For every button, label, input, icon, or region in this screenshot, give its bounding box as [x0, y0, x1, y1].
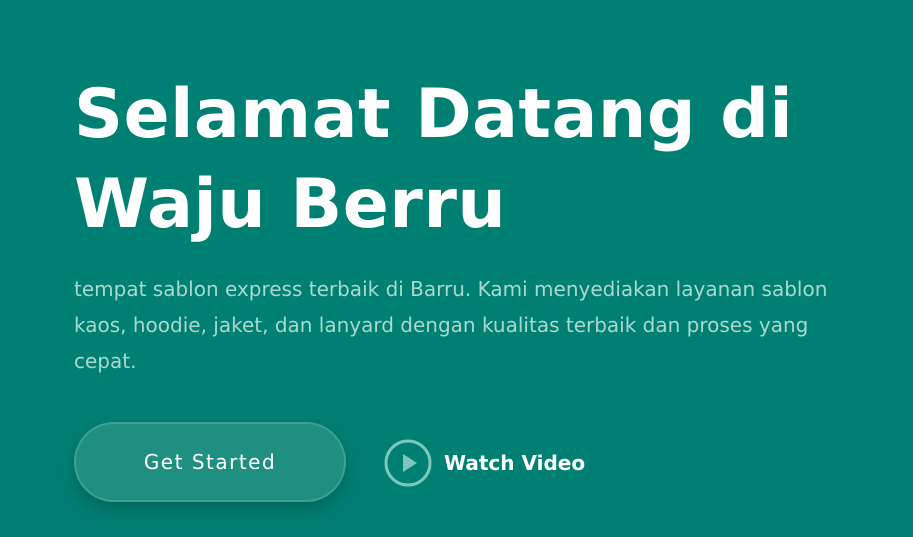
watch-video-label: Watch Video: [444, 451, 586, 475]
hero-section: Selamat Datang di Waju Berru tempat sablo…: [0, 0, 913, 537]
play-circle-icon: [384, 439, 432, 487]
hero-description: tempat sablon express terbaik di Barru. …: [74, 277, 828, 373]
hero-title-line-2: Waju Berru: [74, 165, 507, 244]
get-started-label: Get Started: [143, 450, 277, 474]
hero-title-line-1: Selamat Datang di: [74, 75, 794, 154]
hero-title: Selamat Datang di Waju Berru: [74, 70, 854, 250]
get-started-button[interactable]: Get Started: [74, 422, 346, 502]
watch-video-link[interactable]: Watch Video: [384, 438, 585, 488]
